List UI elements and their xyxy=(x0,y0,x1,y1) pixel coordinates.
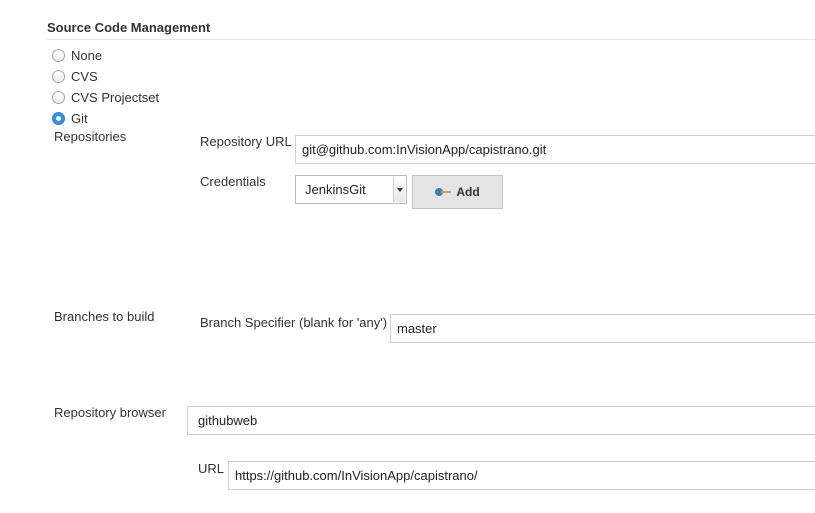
browser-url-label: URL xyxy=(198,461,225,476)
radio-cvs-projectset[interactable] xyxy=(52,90,65,104)
add-button-label: Add xyxy=(456,185,480,199)
repository-url-input[interactable] xyxy=(295,135,815,164)
repository-browser-label: Repository browser xyxy=(54,405,166,420)
branch-specifier-label: Branch Specifier (blank for 'any') xyxy=(200,315,388,330)
branch-specifier-input[interactable] xyxy=(390,314,815,343)
key-icon xyxy=(435,188,452,196)
chevron-down-icon[interactable] xyxy=(393,177,405,202)
credentials-selected-value: JenkinsGit xyxy=(305,182,366,197)
radio-none[interactable] xyxy=(52,48,65,62)
add-credentials-button[interactable]: Add xyxy=(412,175,503,209)
radio-label-none: None xyxy=(71,47,103,63)
credentials-label: Credentials xyxy=(200,174,266,189)
radio-git[interactable] xyxy=(52,111,65,125)
scm-option-git[interactable]: Git xyxy=(52,108,88,128)
radio-cvs[interactable] xyxy=(52,69,65,83)
scm-option-cvs[interactable]: CVS xyxy=(52,66,98,86)
repositories-label: Repositories xyxy=(54,129,127,144)
radio-label-cvs-projectset: CVS Projectset xyxy=(71,89,160,105)
scm-option-cvs-projectset[interactable]: CVS Projectset xyxy=(52,87,159,107)
section-title: Source Code Management xyxy=(47,20,211,35)
radio-label-git: Git xyxy=(71,110,88,126)
radio-label-cvs: CVS xyxy=(71,68,98,84)
browser-url-input[interactable] xyxy=(228,461,815,490)
scm-option-none[interactable]: None xyxy=(52,45,102,65)
section-divider xyxy=(47,39,815,40)
repository-url-label: Repository URL xyxy=(200,134,292,149)
repository-browser-input[interactable] xyxy=(187,406,815,435)
branches-label: Branches to build xyxy=(54,309,155,324)
credentials-select[interactable]: JenkinsGit xyxy=(295,175,407,204)
